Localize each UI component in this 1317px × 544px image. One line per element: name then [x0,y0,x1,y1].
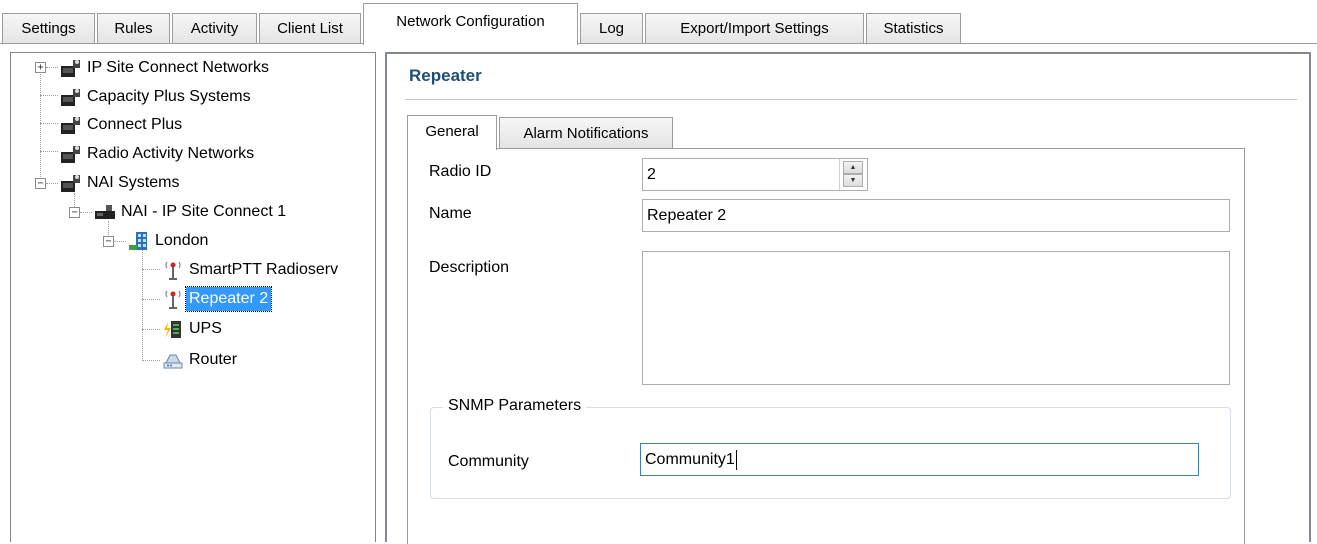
name-label: Name [429,205,472,222]
tree-item-label: NAI Systems [87,174,180,191]
tree-item-label: Connect Plus [87,116,183,133]
antenna-icon [165,290,181,309]
building-icon [129,232,147,250]
tab-export-import-settings[interactable]: Export/Import Settings [645,13,864,44]
description-field[interactable] [642,251,1230,385]
increment-icon[interactable]: ▲ [843,161,863,174]
network-group-icon [61,117,80,134]
title-divider [405,99,1297,100]
network-group-icon [61,175,80,192]
decrement-icon[interactable]: ▼ [843,174,863,187]
tree-item-repeater-2[interactable]: Repeater 2 [162,286,273,312]
tree-item-label: NAI - IP Site Connect 1 [121,203,287,220]
tab-strip-divider [0,43,1317,44]
tree-item-ups[interactable]: UPS [162,316,225,342]
description-label: Description [429,259,510,276]
name-value: Repeater 2 [647,207,727,224]
tab-rules[interactable]: Rules [97,13,170,44]
tree-item-label: Repeater 2 [184,286,273,312]
collapse-nai-ip-site-connect-toggle[interactable]: − [69,207,80,218]
network-group-icon [61,146,80,163]
community-value: Community1 [645,451,735,468]
community-field[interactable]: Community1 [640,443,1199,476]
main-tab-strip: Settings Rules Activity Client List Netw… [0,0,1317,45]
radio-id-stepper[interactable]: 2 ▲ ▼ [642,158,868,191]
network-icon [95,205,115,219]
collapse-nai-systems-toggle[interactable]: − [35,178,46,189]
radio-id-spinner: ▲ ▼ [839,159,867,190]
tab-activity[interactable]: Activity [172,13,257,44]
repeater-detail-panel: Repeater General Alarm Notifications Rad… [385,52,1311,544]
text-caret [735,449,737,470]
subtab-general[interactable]: General [407,115,497,150]
tree-item-label: Capacity Plus Systems [87,88,251,105]
snmp-parameters-group: SNMP Parameters Community Community1 [430,397,1231,499]
name-field[interactable]: Repeater 2 [642,199,1230,232]
community-label: Community [448,453,529,470]
network-group-icon [61,89,80,106]
tree-item-label: Router [189,351,238,368]
tree-item-router[interactable]: Router [162,347,240,373]
tab-settings[interactable]: Settings [2,13,95,44]
tab-client-list[interactable]: Client List [259,13,361,44]
tree-item-london[interactable]: London [128,228,211,254]
general-tab-content: Radio ID 2 ▲ ▼ Name Repeater 2 Descripti… [407,148,1245,544]
router-icon [163,354,183,369]
tree-item-label: UPS [189,320,222,337]
tree-item-radio-activity-networks[interactable]: Radio Activity Networks [60,141,257,167]
ups-battery-icon [164,321,181,338]
tree-item-nai-ip-site-connect-1[interactable]: NAI - IP Site Connect 1 [94,199,289,225]
tree-item-label: Radio Activity Networks [87,145,255,162]
tree-item-ip-site-connect-networks[interactable]: IP Site Connect Networks [60,55,272,81]
tree-item-label: London [155,232,209,249]
radio-id-value: 2 [647,166,656,183]
tree-item-capacity-plus-systems[interactable]: Capacity Plus Systems [60,84,254,110]
tree-item-nai-systems[interactable]: NAI Systems [60,170,182,196]
network-tree[interactable]: + − − − IP Site Connect Networks Capacit… [10,52,376,542]
snmp-parameters-label: SNMP Parameters [443,397,587,415]
page-title: Repeater [409,66,482,85]
tab-statistics[interactable]: Statistics [866,13,961,44]
collapse-london-toggle[interactable]: − [103,236,114,247]
tab-network-configuration[interactable]: Network Configuration [363,3,578,45]
tree-item-label: SmartPTT Radioserv [189,261,339,278]
tree-item-connect-plus[interactable]: Connect Plus [60,112,185,138]
expand-ip-site-connect-toggle[interactable]: + [35,62,46,73]
antenna-icon [165,261,181,280]
tree-item-smartptt-radioserver[interactable]: SmartPTT Radioserv [162,257,341,283]
tab-log[interactable]: Log [580,13,643,44]
tree-item-label: IP Site Connect Networks [87,59,270,76]
subtab-alarm-notifications[interactable]: Alarm Notifications [499,117,673,148]
network-group-icon [61,60,80,77]
radio-id-label: Radio ID [429,163,492,180]
